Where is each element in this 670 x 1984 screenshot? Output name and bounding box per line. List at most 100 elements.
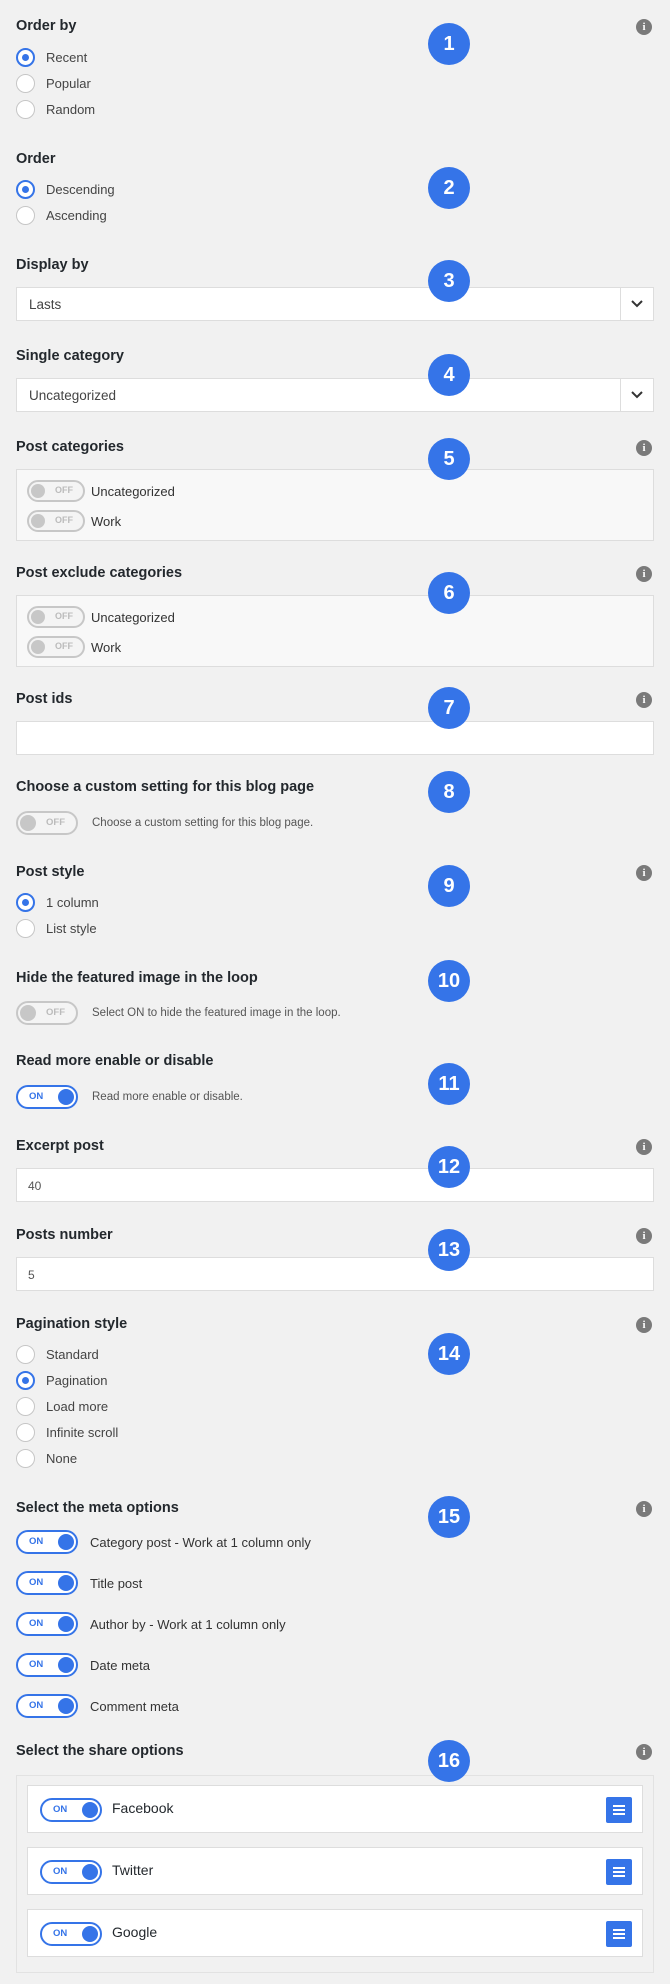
info-icon[interactable]: i [636, 692, 652, 708]
meta-option-row: ON Category post - Work at 1 column only [16, 1530, 311, 1554]
info-icon[interactable]: i [636, 19, 652, 35]
order-by-random[interactable]: Random [16, 100, 95, 119]
toggle-switch[interactable]: ON [16, 1694, 78, 1718]
share-item-facebook[interactable]: ON Facebook [27, 1785, 643, 1833]
step-badge: 15 [428, 1496, 470, 1538]
category-toggle-row[interactable]: OFF Work [27, 510, 121, 532]
step-badge: 13 [428, 1229, 470, 1271]
post-ids-input[interactable] [16, 721, 654, 755]
excerpt-post-input[interactable]: 40 [16, 1168, 654, 1202]
pagination-pagination[interactable]: Pagination [16, 1371, 107, 1390]
radio-label: Popular [46, 76, 91, 91]
toggle-switch[interactable]: ON [16, 1571, 78, 1595]
info-icon[interactable]: i [636, 1317, 652, 1333]
category-toggle-row[interactable]: OFF Uncategorized [27, 606, 175, 628]
share-item-google[interactable]: ON Google [27, 1909, 643, 1957]
step-badge: 9 [428, 865, 470, 907]
radio-checked[interactable] [16, 48, 35, 67]
radio-unchecked[interactable] [16, 1397, 35, 1416]
input-value: 5 [28, 1268, 35, 1282]
category-label: Uncategorized [91, 483, 175, 499]
toggle-switch[interactable]: ON [16, 1653, 78, 1677]
toggle-switch[interactable]: ON [40, 1922, 102, 1946]
toggle-state: OFF [46, 817, 65, 828]
radio-unchecked[interactable] [16, 74, 35, 93]
meta-option-label: Date meta [90, 1657, 150, 1673]
radio-label: Pagination [46, 1373, 108, 1388]
step-badge: 10 [428, 960, 470, 1002]
toggle-state: OFF [55, 641, 73, 651]
step-badge: 1 [428, 23, 470, 65]
step-badge: 6 [428, 572, 470, 614]
toggle-switch[interactable]: OFF [16, 811, 78, 835]
step-badge: 11 [428, 1063, 470, 1105]
step-badge: 7 [428, 687, 470, 729]
radio-unchecked[interactable] [16, 100, 35, 119]
toggle-switch[interactable]: ON [40, 1860, 102, 1884]
post-style-list[interactable]: List style [16, 919, 97, 938]
post-style-1-column[interactable]: 1 column [16, 893, 99, 912]
info-icon[interactable]: i [636, 1744, 652, 1760]
toggle-switch[interactable]: ON [16, 1530, 78, 1554]
chevron-down-icon[interactable] [620, 288, 653, 320]
custom-setting-toggle-row: OFF Choose a custom setting for this blo… [16, 811, 313, 835]
toggle-switch[interactable]: OFF [27, 510, 85, 532]
toggle-description: Select ON to hide the featured image in … [92, 1007, 341, 1019]
select-value: Lasts [29, 297, 62, 312]
toggle-switch[interactable]: OFF [27, 636, 85, 658]
posts-number-input[interactable]: 5 [16, 1257, 654, 1291]
toggle-switch[interactable]: ON [16, 1612, 78, 1636]
share-item-twitter[interactable]: ON Twitter [27, 1847, 643, 1895]
post-ids-title: Post ids [16, 691, 73, 707]
drag-handle-icon[interactable] [606, 1921, 632, 1947]
pagination-load-more[interactable]: Load more [16, 1397, 108, 1416]
toggle-switch[interactable]: OFF [16, 1001, 78, 1025]
info-icon[interactable]: i [636, 1228, 652, 1244]
radio-unchecked[interactable] [16, 1449, 35, 1468]
custom-setting-title: Choose a custom setting for this blog pa… [16, 779, 315, 795]
radio-unchecked[interactable] [16, 1423, 35, 1442]
radio-label: 1 column [46, 895, 99, 910]
display-by-select[interactable]: Lasts [16, 287, 654, 321]
order-by-recent[interactable]: Recent [16, 48, 87, 67]
step-badge: 5 [428, 438, 470, 480]
radio-checked[interactable] [16, 893, 35, 912]
post-style-title: Post style [16, 864, 85, 880]
radio-unchecked[interactable] [16, 1345, 35, 1364]
order-by-popular[interactable]: Popular [16, 74, 91, 93]
post-categories-title: Post categories [16, 439, 124, 455]
drag-handle-icon[interactable] [606, 1859, 632, 1885]
toggle-switch[interactable]: OFF [27, 480, 85, 502]
single-category-select[interactable]: Uncategorized [16, 378, 654, 412]
step-badge: 12 [428, 1146, 470, 1188]
post-exclude-categories-box: OFF Uncategorized OFF Work [16, 595, 654, 667]
info-icon[interactable]: i [636, 1501, 652, 1517]
excerpt-post-title: Excerpt post [16, 1138, 104, 1154]
info-icon[interactable]: i [636, 865, 652, 881]
toggle-switch[interactable]: ON [40, 1798, 102, 1822]
info-icon[interactable]: i [636, 440, 652, 456]
read-more-toggle-row: ON Read more enable or disable. [16, 1085, 243, 1109]
order-ascending[interactable]: Ascending [16, 206, 107, 225]
toggle-switch[interactable]: OFF [27, 606, 85, 628]
info-icon[interactable]: i [636, 566, 652, 582]
radio-unchecked[interactable] [16, 206, 35, 225]
pagination-style-title: Pagination style [16, 1316, 128, 1332]
category-toggle-row[interactable]: OFF Work [27, 636, 121, 658]
order-descending[interactable]: Descending [16, 180, 115, 199]
toggle-state: ON [53, 1928, 68, 1939]
radio-label: Descending [46, 182, 115, 197]
chevron-down-icon[interactable] [620, 379, 653, 411]
drag-handle-icon[interactable] [606, 1797, 632, 1823]
share-label: Twitter [112, 1862, 154, 1878]
radio-unchecked[interactable] [16, 919, 35, 938]
pagination-infinite-scroll[interactable]: Infinite scroll [16, 1423, 118, 1442]
toggle-state: ON [29, 1700, 44, 1711]
category-toggle-row[interactable]: OFF Uncategorized [27, 480, 175, 502]
toggle-switch[interactable]: ON [16, 1085, 78, 1109]
info-icon[interactable]: i [636, 1139, 652, 1155]
pagination-none[interactable]: None [16, 1449, 77, 1468]
radio-checked[interactable] [16, 1371, 35, 1390]
pagination-standard[interactable]: Standard [16, 1345, 99, 1364]
radio-checked[interactable] [16, 180, 35, 199]
